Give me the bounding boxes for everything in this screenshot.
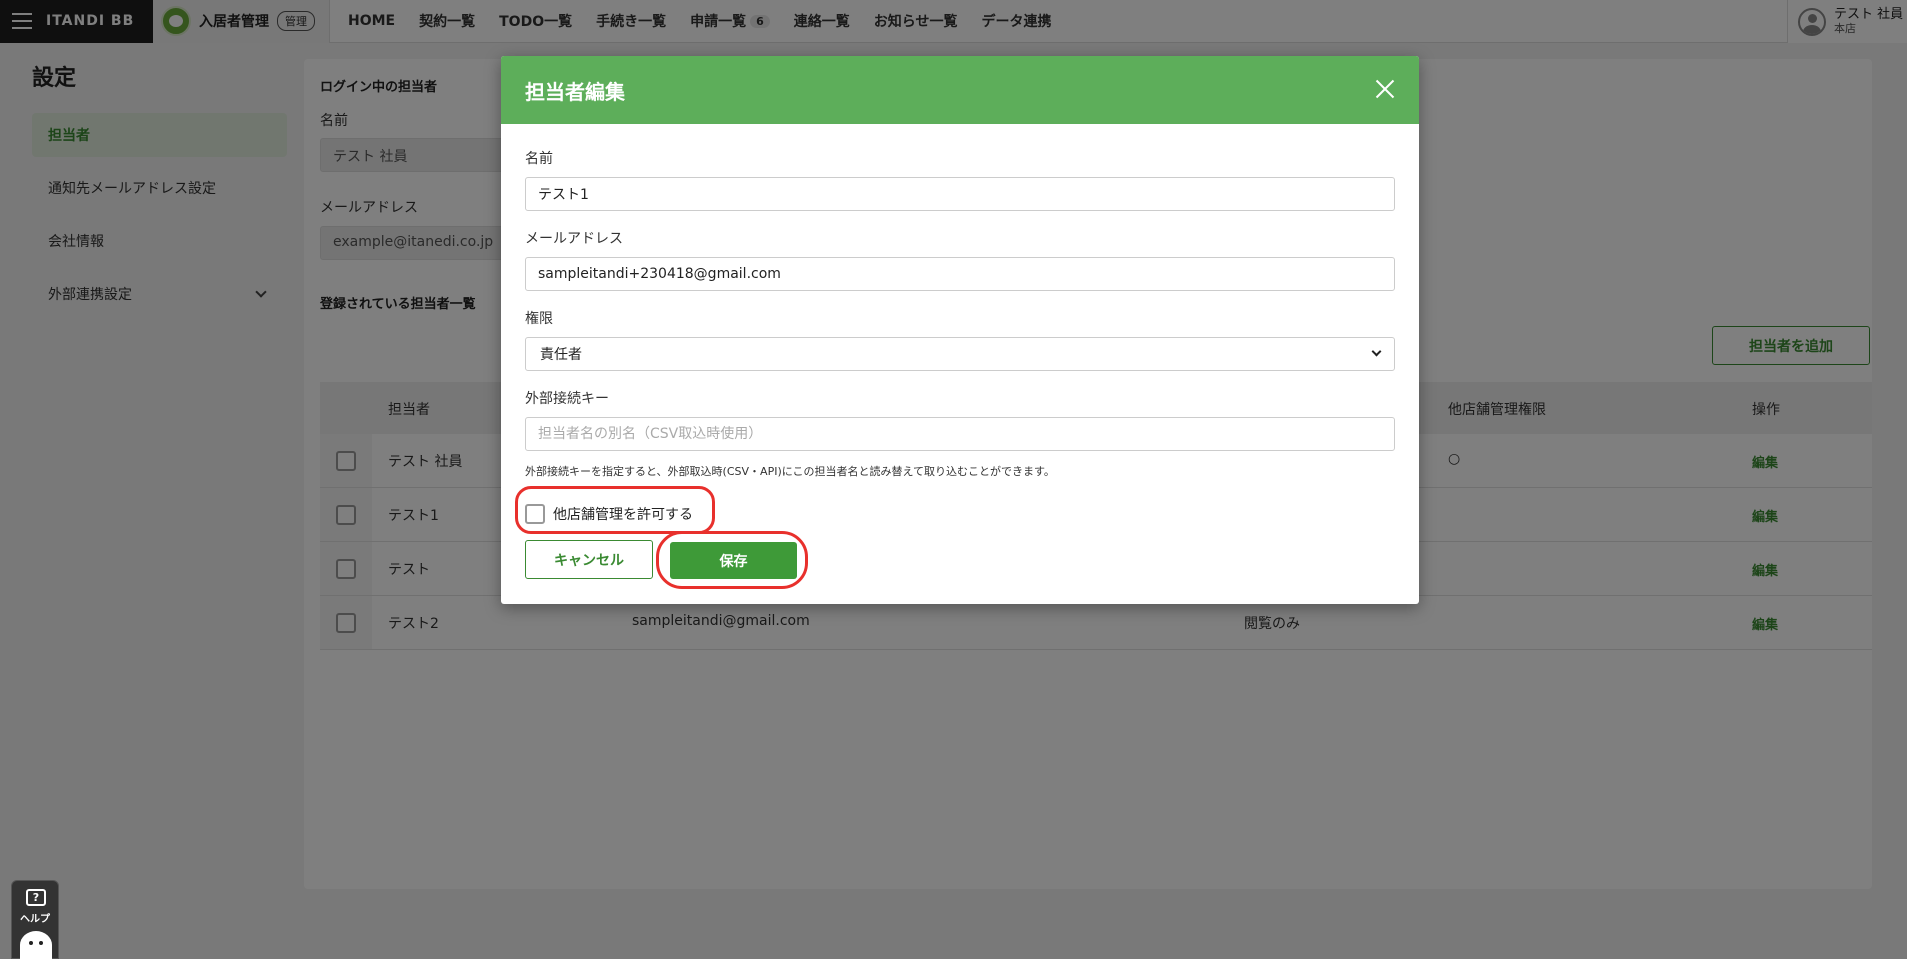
help-widget[interactable]: ? ヘルプ — [11, 880, 59, 959]
help-icon: ? — [26, 889, 46, 906]
external-key-label: 外部接続キー — [525, 391, 609, 407]
external-key-input[interactable] — [525, 417, 1395, 451]
close-icon[interactable] — [1375, 79, 1395, 99]
help-label: ヘルプ — [20, 914, 50, 925]
external-key-help: 外部接続キーを指定すると、外部取込時(CSV・API)にこの担当者名と読み替えて… — [525, 465, 1055, 478]
highlight-checkbox-annotation — [515, 486, 715, 534]
chevron-down-icon — [1371, 346, 1382, 357]
email-input[interactable] — [525, 257, 1395, 291]
name-label: 名前 — [525, 151, 553, 167]
name-input[interactable] — [525, 177, 1395, 211]
role-selected-value: 責任者 — [540, 347, 582, 363]
email-label: メールアドレス — [525, 231, 623, 247]
modal-header: 担当者編集 — [501, 56, 1419, 124]
modal-title: 担当者編集 — [525, 79, 625, 104]
role-select[interactable]: 責任者 — [525, 337, 1395, 371]
highlight-save-annotation — [656, 531, 808, 589]
role-label: 権限 — [525, 311, 553, 327]
mascot-icon — [20, 931, 52, 959]
cancel-button[interactable]: キャンセル — [525, 540, 653, 579]
